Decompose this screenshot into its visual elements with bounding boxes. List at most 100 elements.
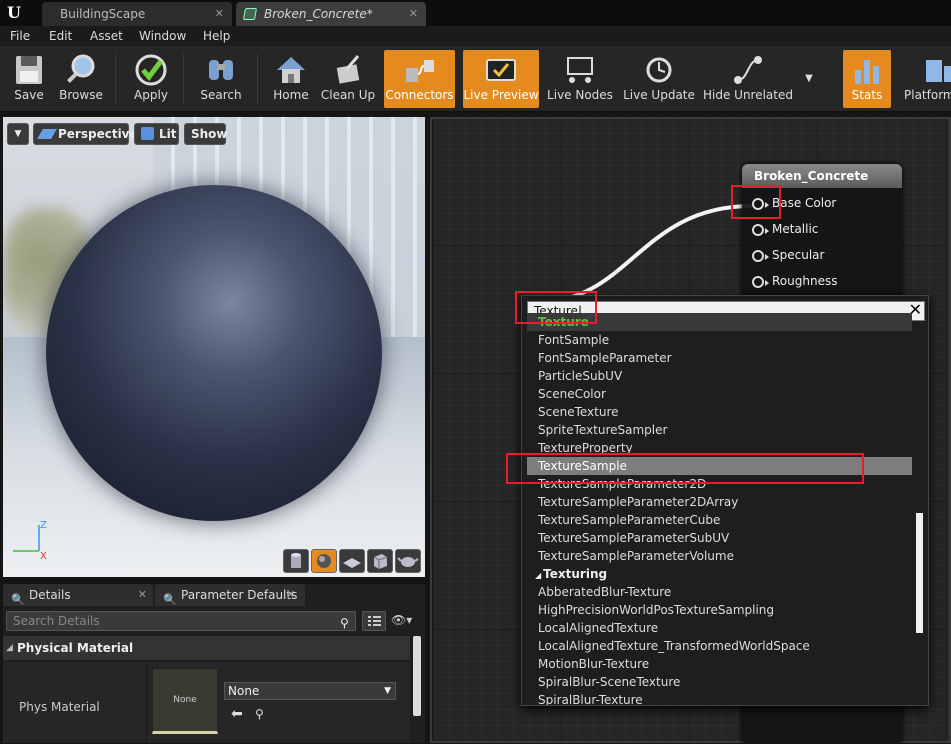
details-scrollbar[interactable]	[413, 636, 421, 716]
palette-item-abberatedblur-texture[interactable]: AbberatedBlur-Texture	[527, 583, 912, 601]
category-physical-material[interactable]: ◢ Physical Material	[3, 636, 410, 660]
tab-label: Broken_Concrete*	[264, 7, 373, 21]
unreal-logo-icon[interactable]: U	[4, 3, 24, 23]
palette-item-spritetexturesampler[interactable]: SpriteTextureSampler	[527, 421, 912, 439]
menu-asset[interactable]: Asset	[90, 29, 123, 43]
perspective-button[interactable]: Perspective	[33, 123, 138, 145]
asset-picker-combo[interactable]: None ▼	[224, 682, 396, 700]
preview-viewport[interactable]: ▼ Perspective Lit Show Z X	[3, 117, 425, 577]
viewport-options-button[interactable]: ▼	[7, 123, 29, 145]
highlight-texture-sample	[506, 453, 864, 484]
home-icon	[277, 57, 305, 83]
palette-item-motionblur-texture[interactable]: MotionBlur-Texture	[527, 655, 912, 673]
menu-help[interactable]: Help	[203, 29, 230, 43]
clean-up-button[interactable]: Clean Up	[318, 50, 378, 108]
palette-item-particlesubuv[interactable]: ParticleSubUV	[527, 367, 912, 385]
asset-thumbnail[interactable]: None	[152, 668, 218, 734]
close-icon[interactable]: ✕	[286, 588, 417, 601]
property-label: Phys Material	[19, 700, 100, 714]
platform-button[interactable]: Platform	[898, 50, 951, 108]
hide-unrelated-icon	[734, 56, 762, 84]
palette-item-localalignedtexture[interactable]: LocalAlignedTexture	[527, 619, 912, 637]
search-details-input[interactable]: Search Details ⚲	[6, 611, 356, 631]
sphere-icon	[317, 554, 331, 568]
preview-sphere-button[interactable]	[311, 549, 337, 573]
palette-item-fontsampleparameter[interactable]: FontSampleParameter	[527, 349, 912, 367]
pin-specular[interactable]: Specular	[752, 248, 824, 262]
title-bar: U BuildingScape ✕ Broken_Concrete* ✕	[0, 0, 951, 26]
cube-icon	[373, 554, 388, 569]
palette-item-texturesampleparametersubuv[interactable]: TextureSampleParameterSubUV	[527, 529, 912, 547]
details-panel: 🔍 Details ✕ 🔍 Parameter Defaults ✕ Searc…	[3, 584, 425, 743]
menu-edit[interactable]: Edit	[49, 29, 72, 43]
preview-custom-mesh-button[interactable]	[395, 549, 421, 573]
tab-buildingscape[interactable]: BuildingScape ✕	[42, 2, 232, 26]
lit-button[interactable]: Lit	[134, 123, 179, 145]
perspective-icon	[37, 129, 57, 139]
tab-parameter-defaults[interactable]: 🔍 Parameter Defaults	[155, 584, 305, 606]
save-button[interactable]: Save	[4, 50, 54, 108]
close-icon[interactable]: ✕	[215, 2, 224, 26]
show-button[interactable]: Show	[184, 123, 228, 145]
pin-circle-icon	[752, 224, 769, 236]
palette-item-scenetexture[interactable]: SceneTexture	[527, 403, 912, 421]
grid-icon	[368, 616, 381, 626]
highlight-base-color-pin	[731, 185, 781, 219]
clean-up-icon	[336, 55, 360, 84]
collapse-triangle-icon: ◢	[6, 643, 13, 653]
palette-item-localalignedtexture-transformedworldspace[interactable]: LocalAlignedTexture_TransformedWorldSpac…	[527, 637, 912, 655]
browse-asset-icon[interactable]: ⚲	[255, 707, 264, 721]
tab-details[interactable]: 🔍 Details ✕	[3, 584, 153, 606]
live-nodes-button[interactable]: Live Nodes	[545, 50, 615, 108]
live-update-button[interactable]: Live Update	[622, 50, 696, 108]
stats-button[interactable]: Stats	[843, 50, 891, 108]
palette-item-highprecisionworldpostexturesampling[interactable]: HighPrecisionWorldPosTextureSampling	[527, 601, 912, 619]
palette-list: Texture FontSample FontSampleParameter Part…	[527, 313, 912, 705]
search-button[interactable]: Search	[194, 50, 248, 108]
tab-label: BuildingScape	[60, 7, 146, 21]
close-icon[interactable]: ✕	[409, 2, 418, 26]
magnifier-icon: 🔍	[163, 593, 177, 606]
connectors-button[interactable]: Connectors	[384, 50, 455, 108]
tab-broken-concrete[interactable]: Broken_Concrete* ✕	[236, 2, 426, 26]
palette-scrollbar[interactable]	[916, 513, 923, 633]
live-nodes-icon	[567, 57, 593, 83]
preview-cube-button[interactable]	[367, 549, 393, 573]
browse-button[interactable]: Browse	[56, 50, 106, 108]
view-options-button[interactable]	[362, 611, 386, 631]
pin-roughness[interactable]: Roughness	[752, 274, 837, 288]
palette-item-scenecolor[interactable]: SceneColor	[527, 385, 912, 403]
home-button[interactable]: Home	[268, 50, 314, 108]
menu-window[interactable]: Window	[139, 29, 186, 43]
use-selected-asset-icon[interactable]: ⬅	[231, 706, 243, 722]
toolbar-overflow-button[interactable]: ▼	[800, 50, 818, 108]
preview-cylinder-button[interactable]	[283, 549, 309, 573]
hide-unrelated-button[interactable]: Hide Unrelated	[702, 50, 794, 108]
palette-item-spiralblur-scenetexture[interactable]: SpiralBlur-SceneTexture	[527, 673, 912, 691]
preview-plane-button[interactable]	[339, 549, 365, 573]
search-icon	[209, 60, 233, 80]
magnifier-icon: 🔍	[11, 593, 25, 606]
toolbar: Save Browse Apply Search Home Clean Up C…	[0, 46, 951, 112]
live-preview-button[interactable]: Live Preview	[463, 50, 539, 108]
property-row-phys-material: Phys Material None None ▼ ⬅ ⚲	[3, 662, 410, 743]
search-icon: ⚲	[340, 616, 349, 630]
eye-icon[interactable]: 👁▾	[391, 613, 412, 627]
menu-file[interactable]: File	[10, 29, 30, 43]
pin-metallic[interactable]: Metallic	[752, 222, 818, 236]
palette-item-spiralblur-texture[interactable]: SpiralBlur-Texture	[527, 691, 912, 705]
axis-z-label: Z	[40, 520, 47, 531]
live-preview-icon	[486, 59, 516, 81]
close-icon[interactable]: ✕	[138, 584, 147, 606]
toolbar-separator	[183, 54, 184, 104]
palette-item-texturesampleparameter2darray[interactable]: TextureSampleParameter2DArray	[527, 493, 912, 511]
palette-item-fontsample[interactable]: FontSample	[527, 331, 912, 349]
palette-category-texturing[interactable]: ◢ Texturing	[527, 565, 912, 583]
apply-button[interactable]: Apply	[126, 50, 176, 108]
connectors-icon	[405, 60, 434, 82]
preview-sphere	[46, 185, 382, 521]
palette-item-texturesampleparametervolume[interactable]: TextureSampleParameterVolume	[527, 547, 912, 565]
cylinder-icon	[291, 553, 301, 568]
palette-item-texturesampleparametercube[interactable]: TextureSampleParameterCube	[527, 511, 912, 529]
toolbar-separator	[115, 54, 116, 104]
